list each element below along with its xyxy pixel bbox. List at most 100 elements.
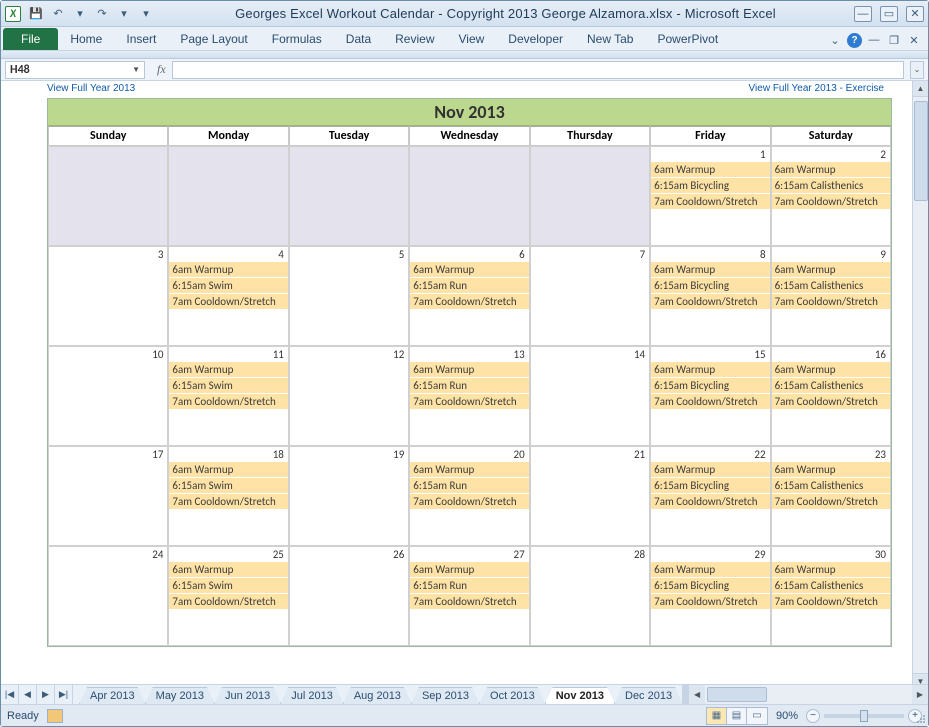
scroll-right-button[interactable]: ▶ (912, 685, 928, 704)
calendar-event[interactable]: 7am Cooldown/Stretch (410, 394, 528, 409)
calendar-event[interactable]: 6:15am Bicycling (651, 278, 769, 293)
calendar-event[interactable]: 6:15am Run (410, 478, 528, 493)
calendar-event[interactable]: 7am Cooldown/Stretch (169, 394, 287, 409)
sheet-tab[interactable]: Oct 2013 (479, 687, 546, 704)
workbook-restore-icon[interactable]: ❐ (886, 32, 902, 48)
calendar-event[interactable]: 6:15am Bicycling (651, 378, 769, 393)
calendar-pad-cell[interactable] (48, 146, 168, 246)
zoom-slider[interactable] (824, 714, 904, 718)
calendar-event[interactable]: 7am Cooldown/Stretch (651, 394, 769, 409)
link-view-full-year[interactable]: View Full Year 2013 (47, 83, 749, 94)
calendar-event[interactable]: 6:15am Run (410, 278, 528, 293)
calendar-event[interactable]: 7am Cooldown/Stretch (651, 594, 769, 609)
calendar-event[interactable]: 6:15am Calisthenics (772, 178, 890, 193)
qat-redo-button[interactable]: ↷ (92, 5, 112, 23)
calendar-event[interactable]: 6am Warmup (169, 362, 287, 377)
calendar-day-cell[interactable]: 116am Warmup6:15am Swim7am Cooldown/Stre… (168, 346, 288, 446)
scroll-up-button[interactable]: ▲ (913, 81, 928, 97)
calendar-event[interactable]: 6am Warmup (772, 462, 890, 477)
calendar-day-cell[interactable]: 26 (289, 546, 409, 646)
calendar-event[interactable]: 7am Cooldown/Stretch (651, 494, 769, 509)
ribbon-tab-review[interactable]: Review (383, 28, 446, 50)
calendar-event[interactable]: 6:15am Swim (169, 278, 287, 293)
calendar-day-cell[interactable]: 5 (289, 246, 409, 346)
vertical-scroll-thumb[interactable] (914, 101, 928, 201)
calendar-pad-cell[interactable] (530, 146, 650, 246)
calendar-event[interactable]: 6am Warmup (772, 562, 890, 577)
calendar-event[interactable]: 6:15am Bicycling (651, 478, 769, 493)
calendar-event[interactable]: 6:15am Bicycling (651, 178, 769, 193)
calendar-event[interactable]: 6am Warmup (169, 262, 287, 277)
sheet-tab[interactable]: Jun 2013 (214, 687, 281, 704)
sheet-tab[interactable]: Dec 2013 (614, 687, 682, 704)
calendar-event[interactable]: 6am Warmup (410, 462, 528, 477)
ribbon-tab-formulas[interactable]: Formulas (260, 28, 334, 50)
view-normal-button[interactable]: ▦ (707, 708, 727, 724)
calendar-event[interactable]: 6:15am Calisthenics (772, 278, 890, 293)
calendar-day-cell[interactable]: 28 (530, 546, 650, 646)
close-button[interactable]: ✕ (906, 6, 924, 22)
qat-customize-button[interactable]: ▾ (136, 5, 156, 23)
qat-save-button[interactable]: 💾 (26, 5, 46, 23)
calendar-day-cell[interactable]: 14 (530, 346, 650, 446)
calendar-event[interactable]: 7am Cooldown/Stretch (169, 494, 287, 509)
qat-redo-dropdown[interactable]: ▾ (114, 5, 134, 23)
calendar-event[interactable]: 6:15am Run (410, 578, 528, 593)
resize-grip-icon[interactable] (913, 711, 927, 725)
calendar-day-cell[interactable]: 96am Warmup6:15am Calisthenics7am Cooldo… (771, 246, 891, 346)
scroll-left-button[interactable]: ◀ (689, 685, 705, 704)
calendar-pad-cell[interactable] (168, 146, 288, 246)
calendar-event[interactable]: 6am Warmup (651, 362, 769, 377)
tab-nav-last[interactable]: ▶| (55, 685, 73, 704)
formula-expand-button[interactable]: ⌄ (910, 61, 924, 79)
calendar-day-cell[interactable]: 86am Warmup6:15am Bicycling7am Cooldown/… (650, 246, 770, 346)
calendar-day-cell[interactable]: 24 (48, 546, 168, 646)
calendar-day-cell[interactable]: 236am Warmup6:15am Calisthenics7am Coold… (771, 446, 891, 546)
vertical-scrollbar[interactable]: ▲ ▼ (912, 81, 928, 689)
calendar-day-cell[interactable]: 26am Warmup6:15am Calisthenics7am Cooldo… (771, 146, 891, 246)
calendar-event[interactable]: 6:15am Calisthenics (772, 578, 890, 593)
calendar-event[interactable]: 7am Cooldown/Stretch (772, 294, 890, 309)
calendar-event[interactable]: 6:15am Swim (169, 478, 287, 493)
ribbon-tab-data[interactable]: Data (334, 28, 383, 50)
calendar-event[interactable]: 6am Warmup (772, 362, 890, 377)
zoom-label[interactable]: 90% (776, 710, 798, 722)
sheet-tab[interactable]: Apr 2013 (79, 687, 146, 704)
fx-icon[interactable]: fx (157, 62, 166, 77)
maximize-button[interactable]: ▭ (880, 6, 898, 22)
calendar-day-cell[interactable]: 166am Warmup6:15am Calisthenics7am Coold… (771, 346, 891, 446)
sheet-tab[interactable]: Sep 2013 (411, 687, 480, 704)
calendar-event[interactable]: 6am Warmup (410, 562, 528, 577)
zoom-slider-thumb[interactable] (860, 710, 868, 722)
calendar-day-cell[interactable]: 156am Warmup6:15am Bicycling7am Cooldown… (650, 346, 770, 446)
chevron-down-icon[interactable]: ▼ (132, 65, 140, 74)
calendar-day-cell[interactable]: 306am Warmup6:15am Calisthenics7am Coold… (771, 546, 891, 646)
view-page-layout-button[interactable]: ▤ (727, 708, 747, 724)
calendar-day-cell[interactable]: 12 (289, 346, 409, 446)
calendar-event[interactable]: 7am Cooldown/Stretch (169, 294, 287, 309)
calendar-event[interactable]: 6:15am Calisthenics (772, 378, 890, 393)
minimize-button[interactable]: — (854, 6, 872, 22)
calendar-day-cell[interactable]: 46am Warmup6:15am Swim7am Cooldown/Stret… (168, 246, 288, 346)
tab-nav-first[interactable]: |◀ (1, 685, 19, 704)
calendar-day-cell[interactable]: 66am Warmup6:15am Run7am Cooldown/Stretc… (409, 246, 529, 346)
ribbon-tab-view[interactable]: View (447, 28, 497, 50)
ribbon-tab-developer[interactable]: Developer (496, 28, 575, 50)
calendar-day-cell[interactable]: 206am Warmup6:15am Run7am Cooldown/Stret… (409, 446, 529, 546)
help-icon[interactable]: ? (847, 33, 862, 48)
horizontal-scrollbar[interactable]: ◀ ▶ (688, 685, 928, 704)
calendar-day-cell[interactable]: 7 (530, 246, 650, 346)
workbook-close-icon[interactable]: ✕ (906, 32, 922, 48)
calendar-event[interactable]: 6am Warmup (410, 362, 528, 377)
calendar-event[interactable]: 6am Warmup (410, 262, 528, 277)
calendar-day-cell[interactable]: 276am Warmup6:15am Run7am Cooldown/Stret… (409, 546, 529, 646)
calendar-event[interactable]: 7am Cooldown/Stretch (410, 594, 528, 609)
calendar-event[interactable]: 6am Warmup (651, 462, 769, 477)
calendar-event[interactable]: 7am Cooldown/Stretch (410, 294, 528, 309)
calendar-event[interactable]: 7am Cooldown/Stretch (772, 194, 890, 209)
calendar-event[interactable]: 6am Warmup (651, 162, 769, 177)
calendar-event[interactable]: 7am Cooldown/Stretch (169, 594, 287, 609)
tab-nav-next[interactable]: ▶ (37, 685, 55, 704)
sheet-tab[interactable]: Jul 2013 (280, 687, 344, 704)
calendar-day-cell[interactable]: 21 (530, 446, 650, 546)
